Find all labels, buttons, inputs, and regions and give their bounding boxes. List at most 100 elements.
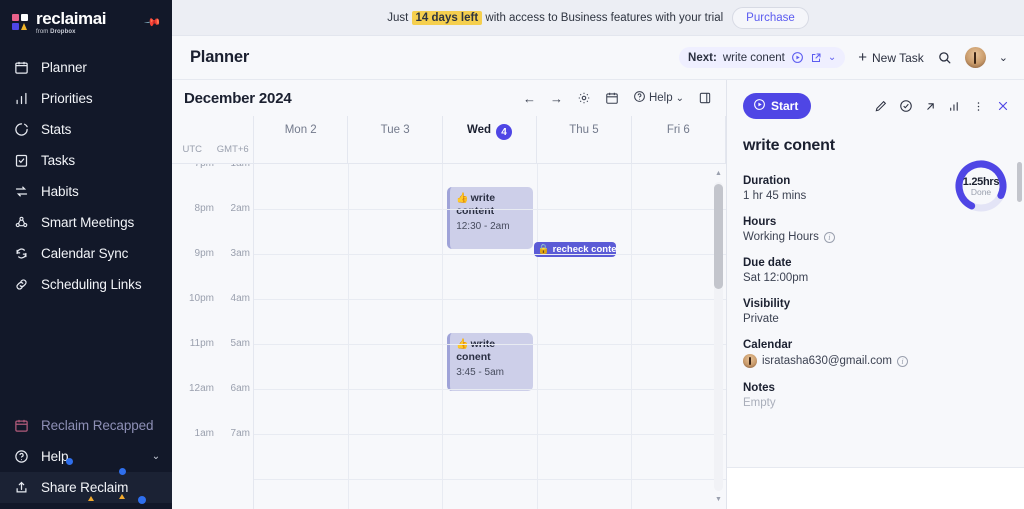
field-calendar: Calendar isratasha630@gmail.com i [743,339,1008,368]
sidebar-nav: Planner Priorities Stats Tasks Habits Sm… [0,52,172,300]
calendar-event[interactable]: 👍 write content 12:30 - 2am [447,187,533,249]
sync-icon [14,246,29,261]
thumbs-up-icon: 👍 [456,193,469,204]
sidebar-item-habits[interactable]: Habits [0,176,172,207]
field-value: Working Hours i [743,231,1008,243]
task-detail-panel: Start write conent 1.25hrs Done Duration… [726,80,1024,509]
day-header-mon[interactable]: Mon 2 [254,116,349,163]
scrollbar-thumb[interactable] [714,184,723,289]
sidebar-item-label: Habits [41,184,79,199]
avatar[interactable] [964,47,986,68]
chevron-down-icon: ⌄ [151,451,160,462]
calendar-help-button[interactable]: Help ⌄ [633,90,684,106]
search-icon[interactable] [937,50,952,65]
hour-label-local: 5am [230,338,250,349]
start-button[interactable]: Start [743,93,812,119]
calendar-account-avatar [743,354,757,368]
page-title: Planner [190,48,250,66]
edit-icon[interactable] [874,99,888,113]
sidebar-item-reclaim-recapped[interactable]: Reclaim Recapped [0,410,172,441]
sidebar-item-label: Tasks [41,153,76,168]
day-column-mon[interactable] [254,164,349,509]
sidebar-item-stats[interactable]: Stats [0,114,172,145]
day-label: Thu 5 [569,124,599,136]
day-label: Mon 2 [284,124,317,136]
next-task-pill[interactable]: Next: write conent ⌄ [679,47,846,68]
sidebar-item-help[interactable]: Help ⌄ [0,441,172,472]
day-header-tue[interactable]: Tue 3 [348,116,443,163]
hour-label-utc: 7pm [180,164,214,169]
detail-scrollbar-thumb[interactable] [1017,162,1022,202]
calendar-pane: December 2024 ← → Help ⌄ UTC GMT+6 Mon 2… [172,80,727,509]
gear-icon[interactable] [577,91,591,105]
open-external-icon[interactable] [810,52,822,64]
split-panel-icon[interactable] [698,91,712,105]
purchase-button[interactable]: Purchase [732,6,809,29]
field-key: Calendar [743,339,793,351]
check-circle-icon[interactable] [899,99,913,113]
play-circle-icon[interactable] [791,51,804,64]
sidebar-item-label: Calendar Sync [41,246,129,261]
scroll-up-arrow-icon[interactable]: ▲ [715,170,722,177]
day-header-thu[interactable]: Thu 5 [537,116,632,163]
more-vertical-icon[interactable] [972,100,985,113]
sidebar-item-planner[interactable]: Planner [0,52,172,83]
field-key: Visibility [743,298,791,310]
reclaim-logo-icon [12,13,29,31]
repeat-icon [14,184,29,199]
start-label: Start [771,99,799,113]
trial-message: Just 14 days left with access to Busines… [387,10,723,25]
info-icon[interactable]: i [896,355,908,367]
sidebar-item-tasks[interactable]: Tasks [0,145,172,176]
event-time: 3:45 - 5am [456,366,504,378]
calendar-grid[interactable]: 7pm 1am 8pm 2am 9pm 3am 10pm 4am 11pm 5am 12a… [172,164,726,509]
new-task-button[interactable]: + New Task [858,49,924,66]
field-key: Hours [743,216,777,228]
open-external-icon[interactable] [924,100,937,113]
prev-period-button[interactable]: ← [523,91,536,106]
sidebar-item-calendar-sync[interactable]: Calendar Sync [0,238,172,269]
stats-icon[interactable] [948,100,961,113]
field-hours: Hours Working Hours i [743,216,1008,243]
sidebar-item-share-reclaim[interactable]: Share Reclaim [0,458,172,504]
chevron-down-icon[interactable]: ⌄ [999,51,1008,64]
event-title: 👍 write content [456,192,496,218]
field-value[interactable]: Empty [743,397,1008,409]
day-column-fri[interactable] [632,164,726,509]
chevron-down-icon: ⌄ [675,92,684,104]
timezone-gutter: UTC GMT+6 [172,116,254,163]
next-period-button[interactable]: → [550,91,563,106]
sidebar-item-smart-meetings[interactable]: Smart Meetings [0,207,172,238]
day-label: Wed [466,124,492,136]
hour-label-local: 3am [230,248,250,259]
day-header-fri[interactable]: Fri 6 [632,116,727,163]
detail-panel-header: Start [727,80,1024,119]
hour-label-local: 1am [220,164,250,169]
donut-icon [14,122,29,137]
sidebar-item-scheduling-links[interactable]: Scheduling Links [0,269,172,300]
calendar-icon[interactable] [605,91,619,105]
sidebar-bottom-nav: Reclaim Recapped Help ⌄ Share Reclaim [0,410,172,509]
hour-label-utc: 12am [188,383,214,394]
scroll-down-arrow-icon[interactable]: ▼ [715,496,722,503]
day-column-wed[interactable]: 👍write content 12:30 - 2am 👍write conent… [443,164,538,509]
day-columns[interactable]: 👍write content 12:30 - 2am 👍write conent… [254,164,726,509]
pin-icon[interactable]: 📌 [144,13,163,31]
day-column-thu[interactable]: 🔒 recheck content [533,164,633,509]
brand-logo[interactable]: reclaimai from Dropbox 📌 [0,4,172,40]
close-icon[interactable] [996,99,1010,113]
day-header-wed[interactable]: Wed 4 [443,116,538,163]
play-circle-icon [753,98,766,114]
calendar-scrollbar[interactable]: ▲ ▼ [713,170,724,503]
share-icon [14,480,29,495]
chevron-down-icon[interactable]: ⌄ [828,52,836,63]
sidebar-item-priorities[interactable]: Priorities [0,83,172,114]
trial-banner: Just 14 days left with access to Busines… [172,0,1024,36]
field-visibility: Visibility Private [743,298,1008,325]
link-icon [14,277,29,292]
day-column-tue[interactable] [349,164,444,509]
sidebar-item-label: Share Reclaim [41,480,129,495]
info-icon[interactable]: i [823,231,835,243]
calendar-event[interactable]: 👍write conent 3:45 - 5am [447,333,533,391]
help-circle-icon [633,90,646,106]
